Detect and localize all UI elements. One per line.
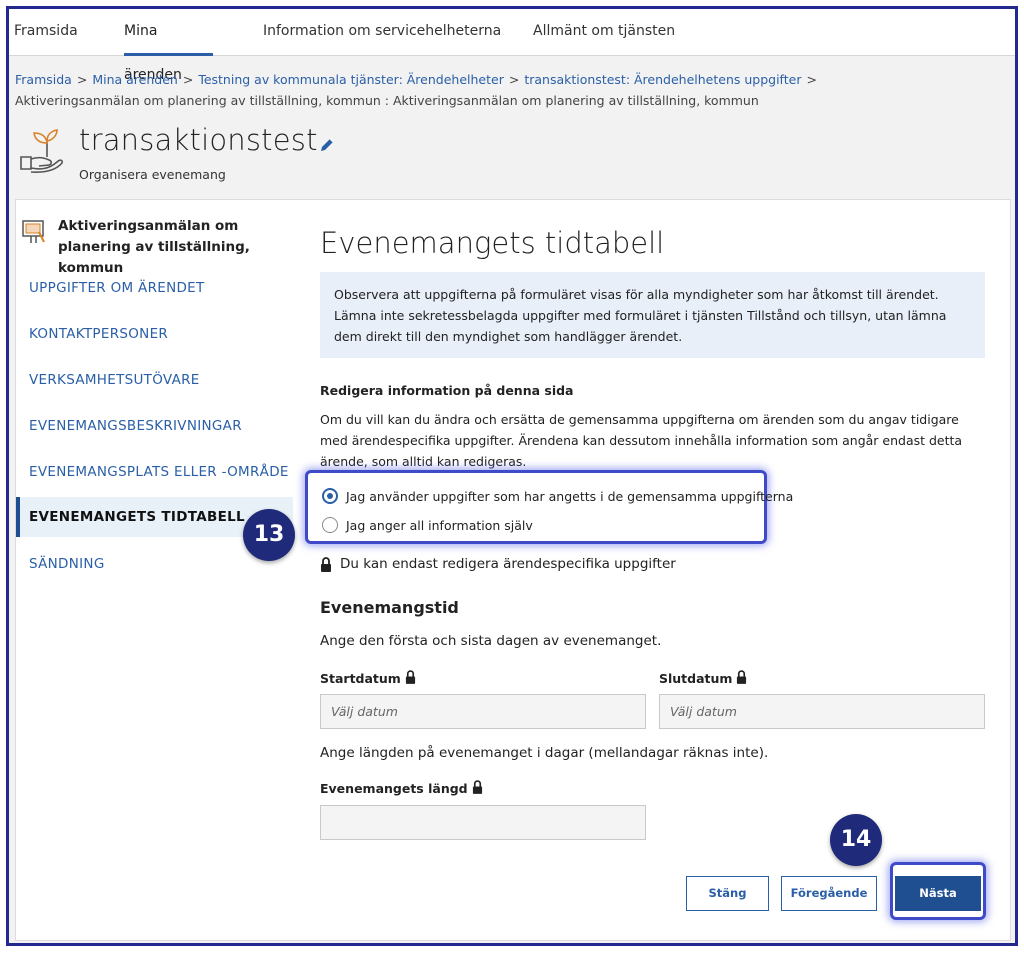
evenemangstid-help: Ange den första och sista dagen av evene… xyxy=(320,633,662,649)
edit-info-text: Om du vill kan du ändra och ersätta de g… xyxy=(320,412,963,469)
length-input[interactable] xyxy=(320,805,646,840)
start-date-label: Startdatum xyxy=(320,670,416,687)
tab-mina-arenden[interactable]: Mina ärenden xyxy=(124,9,213,83)
lock-note-text: Du kan endast redigera ärendespecifika u… xyxy=(340,556,676,572)
next-button[interactable]: Nästa xyxy=(895,876,981,911)
step-badge-14: 14 xyxy=(830,814,882,866)
sidebar-item-verksamhetsutovare[interactable]: VERKSAMHETSUTÖVARE xyxy=(16,360,293,400)
end-date-label: Slutdatum xyxy=(659,670,747,687)
length-label: Evenemangets längd xyxy=(320,780,483,797)
page-subtitle: Organisera evenemang xyxy=(79,167,226,182)
radio-unchecked-icon[interactable] xyxy=(322,517,338,533)
section-heading: Evenemangets tidtabell xyxy=(320,226,665,260)
tab-allmant-om-tjansten[interactable]: Allmänt om tjänsten xyxy=(533,9,675,56)
breadcrumb-separator: > xyxy=(182,72,194,87)
edit-title-pencil-icon[interactable] xyxy=(319,137,335,157)
plant-in-hand-icon xyxy=(19,127,71,177)
sidebar-item-uppgifter-om-arendet[interactable]: UPPGIFTER OM ÄRENDET xyxy=(16,268,293,308)
form-card: Aktiveringsanmälan om planering av tills… xyxy=(15,199,1011,941)
breadcrumb-link-transaktionstest[interactable]: transaktionstest: Ärendehelhetens uppgif… xyxy=(524,72,801,87)
sidebar-item-evenemangsbeskrivningar[interactable]: EVENEMANGSBESKRIVNINGAR xyxy=(16,406,293,446)
tab-information-om-servicehelheterna[interactable]: Information om servicehelheterna xyxy=(263,9,501,56)
main-content: Evenemangets tidtabell Observera att upp… xyxy=(305,200,990,942)
end-date-input[interactable]: Välj datum xyxy=(659,694,985,729)
close-button[interactable]: Stäng xyxy=(686,876,769,911)
start-date-input[interactable]: Välj datum xyxy=(320,694,646,729)
radio-label: Jag anger all information själv xyxy=(346,518,533,533)
edit-info-heading: Redigera information på denna sida xyxy=(320,383,574,398)
lock-icon xyxy=(736,670,747,687)
breadcrumb-link-framsida[interactable]: Framsida xyxy=(15,72,72,87)
notice-box: Observera att uppgifterna på formuläret … xyxy=(320,272,985,358)
breadcrumb-current: Aktiveringsanmälan om planering av tills… xyxy=(15,93,759,108)
length-label-text: Evenemangets längd xyxy=(320,781,468,796)
length-help: Ange längden på evenemanget i dagar (mel… xyxy=(320,745,769,761)
previous-button[interactable]: Föregående xyxy=(781,876,877,911)
evenemangstid-heading: Evenemangstid xyxy=(320,598,459,617)
sidebar-item-evenemangsplats[interactable]: EVENEMANGSPLATS ELLER -OMRÅDE xyxy=(16,452,293,492)
radio-label: Jag använder uppgifter som har angetts i… xyxy=(346,489,794,504)
breadcrumb-separator: > xyxy=(508,72,520,87)
breadcrumb-link-mina-arenden[interactable]: Mina ärenden xyxy=(92,72,178,87)
breadcrumb-link-testning[interactable]: Testning av kommunala tjänster: Ärendehe… xyxy=(198,72,504,87)
lock-icon xyxy=(472,780,483,797)
document-icon xyxy=(22,218,48,250)
breadcrumb-separator: > xyxy=(76,72,88,87)
start-date-label-text: Startdatum xyxy=(320,671,401,686)
lock-icon xyxy=(405,670,416,687)
tab-framsida[interactable]: Framsida xyxy=(14,9,78,56)
breadcrumb: Framsida > Mina ärenden > Testning av kommun… xyxy=(15,69,1005,111)
page-title: transaktionstest xyxy=(79,123,318,157)
radio-group-highlight: Jag använder uppgifter som har angetts i… xyxy=(305,470,793,544)
step-badge-13: 13 xyxy=(243,509,295,561)
lock-icon xyxy=(320,557,332,576)
end-date-label-text: Slutdatum xyxy=(659,671,733,686)
sidebar-item-kontaktpersoner[interactable]: KONTAKTPERSONER xyxy=(16,314,293,354)
radio-checked-icon[interactable] xyxy=(322,488,338,504)
breadcrumb-separator: > xyxy=(806,72,817,87)
app-frame: Framsida Mina ärenden Information om ser… xyxy=(6,6,1018,946)
top-navigation: Framsida Mina ärenden Information om ser… xyxy=(9,9,1015,83)
